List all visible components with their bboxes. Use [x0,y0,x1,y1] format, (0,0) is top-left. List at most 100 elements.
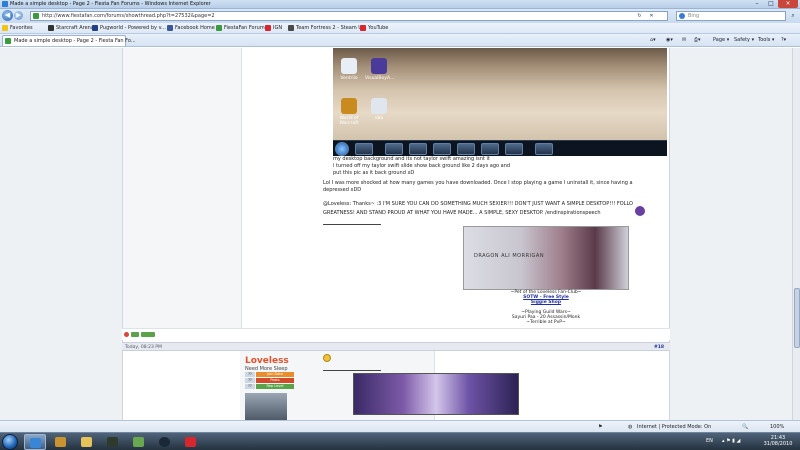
post-footer [122,328,670,340]
language-indicator[interactable]: EN [706,438,713,444]
search-input[interactable]: Bing [676,11,786,21]
avatar-emoticon-icon [635,206,645,216]
app-icon [133,437,144,447]
help-icon[interactable]: ?▾ [781,37,786,43]
address-bar[interactable]: http://www.fiestafan.com/forums/showthre… [30,11,668,21]
media-icon [409,143,427,155]
forward-button[interactable]: ▶ [14,11,23,20]
favorite-icon [48,25,54,31]
favorite-link-0[interactable]: Starcraft Arena [48,25,94,33]
favorite-icon [167,25,173,31]
tray-icons[interactable]: ▴ ⚑ ▮ ◢ [722,438,740,444]
command-bar: Made a simple desktop - Page 2 - Fiesta … [0,34,800,47]
favorites-bar: Favorites Starcraft Arena Pugworld - Pow… [0,23,800,34]
star-icon [2,25,8,31]
user-info-row: ?? Rep Level [245,384,295,389]
post-text-line: GREATNESS! AND STAND PROUD AT WHAT YOU H… [323,210,601,216]
search-icon[interactable]: ⌕ [788,11,798,21]
clock-date: 31/08/2010 [763,441,793,447]
report-icon[interactable] [124,332,129,337]
globe-icon: ◍ [628,424,633,430]
mail-icon[interactable]: ✉ [682,37,686,43]
favorite-link-4[interactable]: IGN [265,25,282,33]
post-username[interactable]: Loveless [245,356,289,366]
avatar[interactable] [245,393,287,420]
gameboy-icon [371,58,387,74]
clock[interactable]: 21:43 31/08/2010 [760,435,796,447]
favorite-link-3[interactable]: FiestaFan Forums [216,25,267,33]
taskbar-ie-button[interactable] [24,434,46,450]
favorite-link-5[interactable]: Team Fortress 2 - Steam U... [288,25,367,33]
favorite-link-6[interactable]: YouTube [360,25,388,33]
tab-active[interactable]: Made a simple desktop - Page 2 - Fiesta … [2,35,136,46]
home-icon[interactable]: ⌂▾ [650,37,656,43]
smiley-icon [323,354,331,362]
tools-menu[interactable]: Tools ▾ [758,37,774,43]
post-userinfo-column [123,48,242,338]
app-icon [433,143,451,155]
user-info-row: ?? Join Date [245,372,295,377]
minimize-button[interactable]: – [750,0,764,8]
app-icon [481,143,499,155]
favorite-link-2[interactable]: Facebook Home [167,25,215,33]
taskbar-app-button[interactable] [50,434,72,450]
quote-icon[interactable] [141,332,155,337]
close-button[interactable]: × [778,0,798,8]
ie-logo-icon [2,1,8,7]
favorite-icon [92,25,98,31]
stop-icon[interactable]: ✕ [647,12,656,20]
taskbar-app-button[interactable] [102,434,124,450]
zone-text: Internet | Protected Mode: On [637,424,712,430]
safety-menu[interactable]: Safety ▾ [734,37,754,43]
zoom-level[interactable]: 100% [770,424,784,430]
taskbar-pdf-button[interactable] [180,434,202,450]
taskbar-explorer-button[interactable] [76,434,98,450]
desktop-screenshot: Ventrilo VisualBoyA... World of Warcraft… [333,48,667,141]
title-bar: Made a simple desktop - Page 2 - Fiesta … [0,0,800,9]
taskbar-app-button[interactable] [128,434,150,450]
ie-icon [355,143,373,155]
page-content: Ventrilo VisualBoyA... World of Warcraft… [0,48,792,420]
sig-link[interactable]: Siggie Shop [463,300,629,305]
signature-divider [323,224,381,225]
taskbar-steam-button[interactable] [154,434,176,450]
favorite-link-1[interactable]: Pugworld - Powered by v... [92,25,166,33]
maximize-button[interactable]: □ [764,0,778,8]
favorite-icon [265,25,271,31]
favorites-button[interactable]: Favorites [2,25,33,33]
sig-line: ~Terrible at PvP~ [526,320,566,325]
desktop-icon: World of Warcraft [335,98,363,126]
feeds-icon[interactable]: ◉▾ [666,37,673,43]
banner-text: DRAGON ALI MORRIGAN [474,253,545,259]
site-favicon-icon [5,38,11,44]
warcraft-icon [341,98,357,114]
refresh-icon[interactable]: ↻ [635,12,644,20]
zoom-icon[interactable]: 🔍 [742,424,748,430]
window-title: Made a simple desktop - Page 2 - Fiesta … [10,1,211,7]
app-icon [505,143,523,155]
vertical-scrollbar[interactable] [792,48,800,420]
status-bar: ⚑ ◍ Internet | Protected Mode: On 🔍 100% [0,420,800,432]
address-row: ◀ ▶ http://www.fiestafan.com/forums/show… [0,9,800,23]
search-placeholder: Bing [688,13,700,19]
user-info-row: ?? Posts [245,378,295,383]
screenshot-taskbar [333,140,667,156]
reply-icon[interactable] [131,332,139,337]
favorite-icon [216,25,222,31]
folder-icon [81,437,92,447]
tab-label: Made a simple desktop - Page 2 - Fiesta … [14,38,136,44]
favorite-icon [360,25,366,31]
signature-banner [353,373,519,415]
security-icon: ⚑ [598,424,603,430]
page-menu[interactable]: Page ▾ [713,37,729,43]
print-icon[interactable]: ⎙▾ [694,37,701,43]
start-button[interactable] [2,434,18,450]
post-text-line: put this pic as it back ground xD [333,170,415,176]
scrollbar-thumb[interactable] [794,288,800,348]
pdf-icon [185,437,196,447]
post-number[interactable]: #18 [654,345,664,350]
bing-icon [679,13,685,19]
terminal-icon [107,437,118,447]
back-button[interactable]: ◀ [2,10,13,21]
steam-icon [159,437,170,447]
